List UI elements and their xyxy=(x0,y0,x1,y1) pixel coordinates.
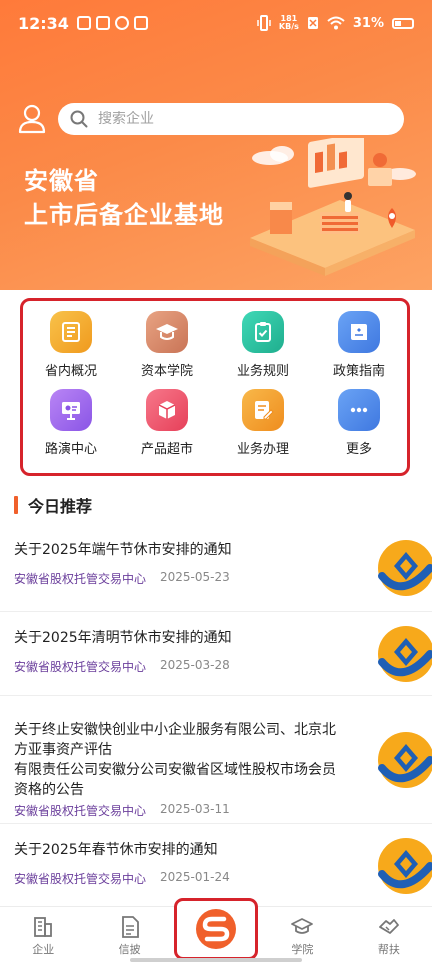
news-source: 安徽省股权托管交易中心 xyxy=(14,872,147,886)
tab-label: 学院 xyxy=(291,942,314,956)
menu-item-label: 业务规则 xyxy=(236,364,289,379)
news-list: 关于2025年端午节休市安排的通知 安徽省股权托管交易中心 2025-05-23… xyxy=(0,528,432,908)
news-date: 2025-01-24 xyxy=(160,870,230,884)
menu-item-label: 省内概况 xyxy=(44,364,97,379)
graduation-cap-icon xyxy=(146,311,188,353)
tab-label: 企业 xyxy=(32,942,55,956)
menu-item-province-overview[interactable]: 省内概况 xyxy=(23,311,119,389)
news-source: 安徽省股权托管交易中心 xyxy=(14,572,147,586)
graduation-cap-icon xyxy=(291,917,314,934)
news-item[interactable]: 关于2025年春节休市安排的通知 安徽省股权托管交易中心 2025-01-24 xyxy=(0,824,432,908)
tab-label: 帮扶 xyxy=(377,942,400,956)
message-icon xyxy=(133,16,148,30)
menu-item-business-rules[interactable]: 业务规则 xyxy=(215,311,311,389)
news-title: 关于2025年端午节休市安排的通知 xyxy=(14,542,232,558)
tab-enterprise[interactable]: 企业 xyxy=(0,907,86,964)
sim-icon xyxy=(307,17,318,29)
news-item[interactable]: 关于2025年清明节休市安排的通知 安徽省股权托管交易中心 2025-03-28 xyxy=(0,612,432,696)
news-date: 2025-03-28 xyxy=(160,658,230,672)
search-icon xyxy=(70,110,88,128)
tab-home-logo-button[interactable] xyxy=(174,898,258,960)
news-title: 关于2025年清明节休市安排的通知 xyxy=(14,630,232,646)
vibrate-icon xyxy=(257,15,271,31)
news-item[interactable]: 关于2025年端午节休市安排的通知 安徽省股权托管交易中心 2025-05-23 xyxy=(0,528,432,612)
news-source: 安徽省股权托管交易中心 xyxy=(14,660,147,674)
news-date: 2025-03-11 xyxy=(160,802,230,816)
handshake-icon xyxy=(378,918,399,934)
battery-icon xyxy=(392,17,414,29)
news-date: 2025-05-23 xyxy=(160,570,230,584)
banner-illustration xyxy=(250,138,416,276)
menu-item-policy-guide[interactable]: 政策指南 xyxy=(311,311,407,389)
list-doc-icon xyxy=(50,311,92,353)
feature-grid: 省内概况 资本学院 业务规则 政策指南 路演中心 产品超市 业务办理 更多 xyxy=(20,298,410,476)
news-source: 安徽省股权托管交易中心 xyxy=(14,804,147,818)
search-bar[interactable] xyxy=(58,103,404,135)
news-thumbnail-logo-icon xyxy=(378,540,432,596)
notification-icon xyxy=(114,16,129,30)
menu-item-label: 更多 xyxy=(345,442,372,457)
news-thumbnail-logo-icon xyxy=(378,626,432,682)
header-banner: 12:34 181 KB/s 31% 搜索企业 安徽省 上市后备企业基地 xyxy=(0,0,432,290)
search-input[interactable] xyxy=(98,111,378,127)
wifi-icon xyxy=(327,16,345,30)
banner-title-line2: 上市后备企业基地 xyxy=(24,201,224,229)
banner-title-line1: 安徽省 xyxy=(24,167,99,195)
menu-item-product-market[interactable]: 产品超市 xyxy=(119,389,215,467)
tab-disclosure[interactable]: 信披 xyxy=(86,907,172,964)
user-icon xyxy=(18,104,46,134)
menu-item-business-handling[interactable]: 业务办理 xyxy=(215,389,311,467)
document-icon xyxy=(121,915,139,938)
network-speed: 181 KB/s xyxy=(278,14,299,31)
menu-item-label: 路演中心 xyxy=(44,442,97,457)
clipboard-check-icon xyxy=(242,311,284,353)
menu-item-label: 产品超市 xyxy=(140,442,193,457)
banner-title: 安徽省 上市后备企业基地 xyxy=(24,164,224,232)
more-dots-icon xyxy=(338,389,380,431)
news-thumbnail-logo-icon xyxy=(378,732,432,788)
book-icon xyxy=(338,311,380,353)
home-indicator xyxy=(130,958,302,962)
notification-icon xyxy=(76,16,91,30)
section-title: 今日推荐 xyxy=(28,497,93,516)
tab-assistance[interactable]: 帮扶 xyxy=(346,907,432,964)
menu-item-capital-academy[interactable]: 资本学院 xyxy=(119,311,215,389)
status-bar: 12:34 181 KB/s 31% xyxy=(0,0,432,46)
tab-academy[interactable]: 学院 xyxy=(259,907,345,964)
news-title: 关于终止安徽快创业中小企业服务有限公司、北京北 方亚事资产评估 有限责任公司安徽… xyxy=(14,722,336,798)
notification-icon xyxy=(95,16,110,30)
box-icon xyxy=(146,389,188,431)
menu-item-label: 政策指南 xyxy=(332,364,385,379)
news-item[interactable]: 关于终止安徽快创业中小企业服务有限公司、北京北 方亚事资产评估 有限责任公司安徽… xyxy=(0,696,432,824)
tab-label: 信披 xyxy=(118,942,141,956)
notification-icons xyxy=(76,16,148,30)
status-time: 12:34 xyxy=(18,13,69,33)
menu-item-label: 资本学院 xyxy=(140,364,193,379)
building-icon xyxy=(34,916,53,937)
user-profile-button[interactable] xyxy=(18,104,46,134)
news-thumbnail-logo-icon xyxy=(378,838,432,894)
form-edit-icon xyxy=(242,389,284,431)
menu-item-roadshow-center[interactable]: 路演中心 xyxy=(23,389,119,467)
news-title: 关于2025年春节休市安排的通知 xyxy=(14,842,218,858)
presentation-icon xyxy=(50,389,92,431)
menu-item-more[interactable]: 更多 xyxy=(311,389,407,467)
menu-item-label: 业务办理 xyxy=(236,442,289,457)
section-accent-bar xyxy=(14,496,18,514)
brand-logo-icon xyxy=(196,909,236,949)
battery-percent: 31% xyxy=(352,15,384,31)
section-header: 今日推荐 xyxy=(14,494,92,516)
